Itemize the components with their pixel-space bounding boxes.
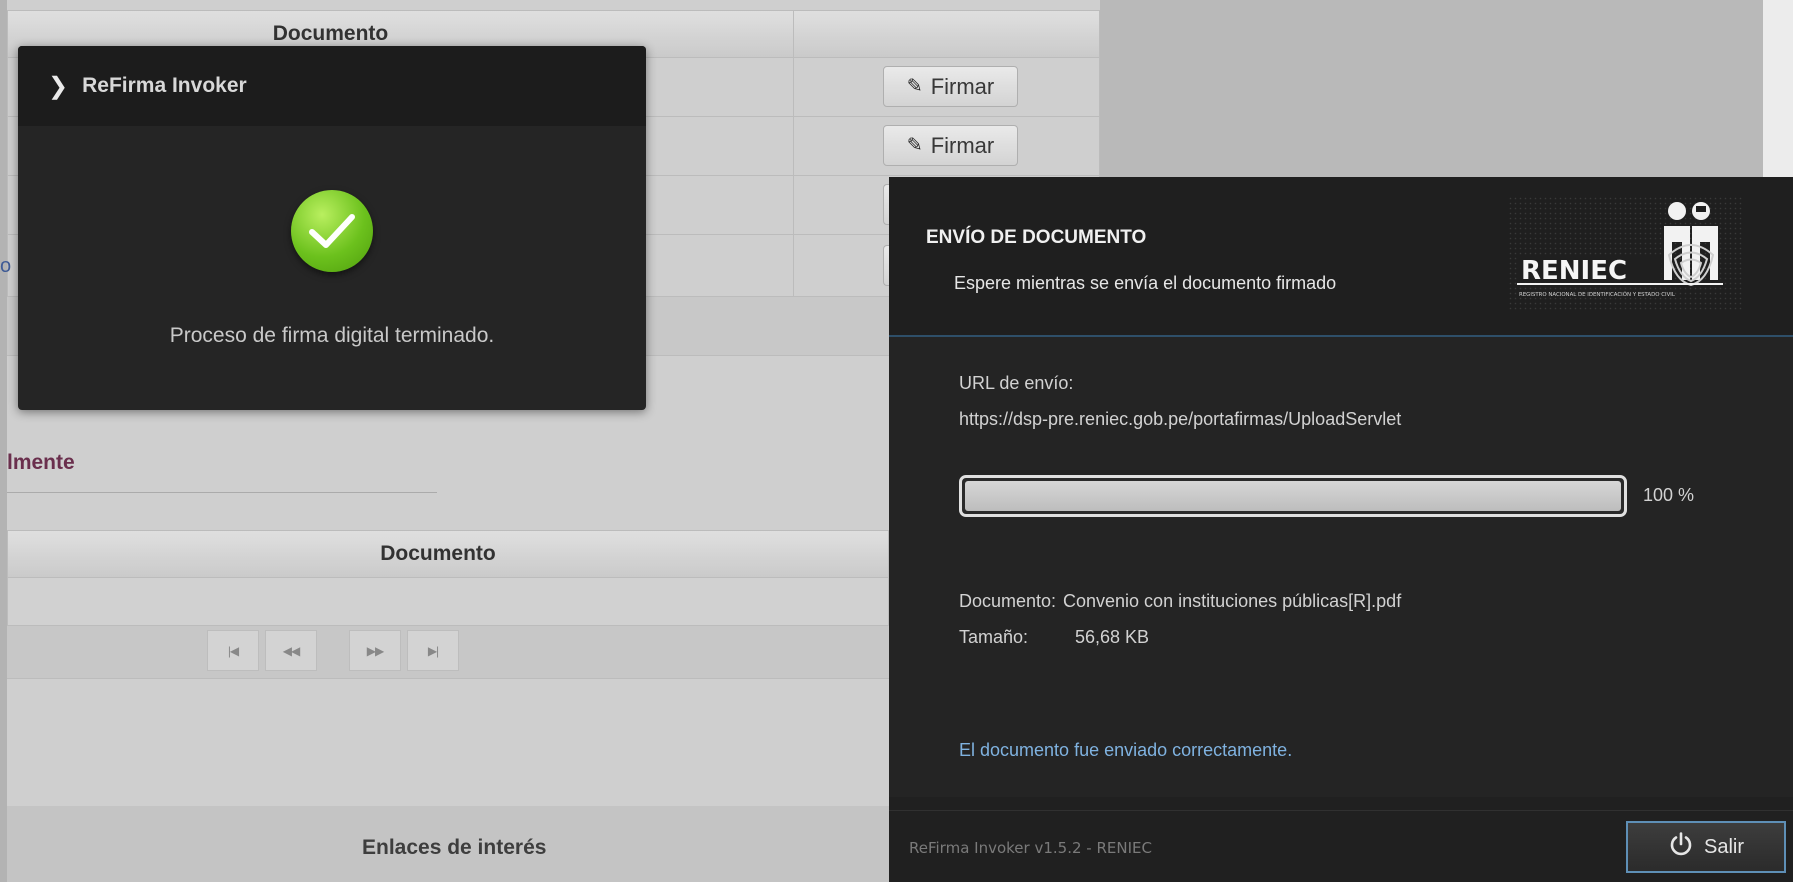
upload-progress-fill	[965, 481, 1621, 511]
document-upload-dialog: ENVÍO DE DOCUMENTO Espere mientras se en…	[889, 177, 1793, 882]
section-heading: lmente	[7, 451, 75, 474]
notification-message: Proceso de firma digital terminado.	[169, 324, 495, 347]
table-header-actions	[793, 10, 1100, 58]
reniec-wordmark: RENIEC	[1521, 256, 1627, 286]
table-row-empty	[7, 577, 889, 626]
url-label: URL de envío:	[959, 373, 1074, 393]
progress-percent: 100 %	[1643, 485, 1695, 505]
pencil-icon: ✎	[906, 76, 923, 97]
document-label: Documento:	[959, 591, 1057, 611]
upload-progress-bar	[959, 475, 1627, 517]
reniec-logo: RENIEC REGISTRO NACIONAL DE IDENTIFICACI…	[1509, 197, 1743, 311]
pencil-icon: ✎	[906, 135, 923, 156]
notification-header[interactable]: ❯ ReFirma Invoker	[18, 46, 646, 126]
section-divider	[7, 492, 437, 493]
first-page-icon[interactable]: |◀	[207, 630, 259, 671]
dialog-footer: ReFirma Invoker v1.5.2 - RENIEC Salir	[889, 810, 1793, 882]
power-icon	[1668, 831, 1694, 863]
firmar-button[interactable]: ✎ Firmar	[883, 66, 1018, 107]
exit-button-label: Salir	[1703, 835, 1744, 858]
document-value: Convenio con instituciones públicas[R].p…	[1063, 591, 1402, 611]
url-value: https://dsp-pre.reniec.gob.pe/portafirma…	[959, 409, 1402, 429]
firmar-button-label: Firmar	[930, 73, 995, 99]
next-page-icon[interactable]: ▶▶	[349, 630, 401, 671]
firmar-button-label: Firmar	[930, 132, 995, 158]
reniec-tagline: REGISTRO NACIONAL DE IDENTIFICACIÓN Y ES…	[1519, 291, 1675, 298]
chevron-right-icon[interactable]: ❯	[48, 72, 68, 101]
notification-title: ReFirma Invoker	[82, 74, 247, 97]
exit-button[interactable]: Salir	[1626, 821, 1786, 873]
size-label: Tamaño:	[959, 627, 1029, 647]
success-check-icon	[291, 190, 373, 272]
refirma-notification: ❯ ReFirma Invoker Proceso de firma digit…	[18, 46, 646, 410]
previous-page-icon[interactable]: ◀◀	[265, 630, 317, 671]
dialog-subtitle: Espere mientras se envía el documento fi…	[954, 273, 1337, 293]
table-header-documento-2: Documento	[7, 530, 889, 578]
dialog-title: ENVÍO DE DOCUMENTO	[926, 227, 1147, 248]
document-link-partial[interactable]: o	[0, 255, 11, 278]
last-page-icon[interactable]: ▶|	[407, 630, 459, 671]
dialog-body	[889, 337, 1793, 797]
version-label: ReFirma Invoker v1.5.2 - RENIEC	[909, 839, 1152, 857]
firmar-button[interactable]: ✎ Firmar	[883, 125, 1018, 166]
size-value: 56,68 KB	[1075, 627, 1150, 647]
dialog-header: ENVÍO DE DOCUMENTO Espere mientras se en…	[889, 177, 1793, 337]
success-message: El documento fue enviado correctamente.	[959, 740, 1293, 760]
footer-heading: Enlaces de interés	[362, 836, 547, 859]
